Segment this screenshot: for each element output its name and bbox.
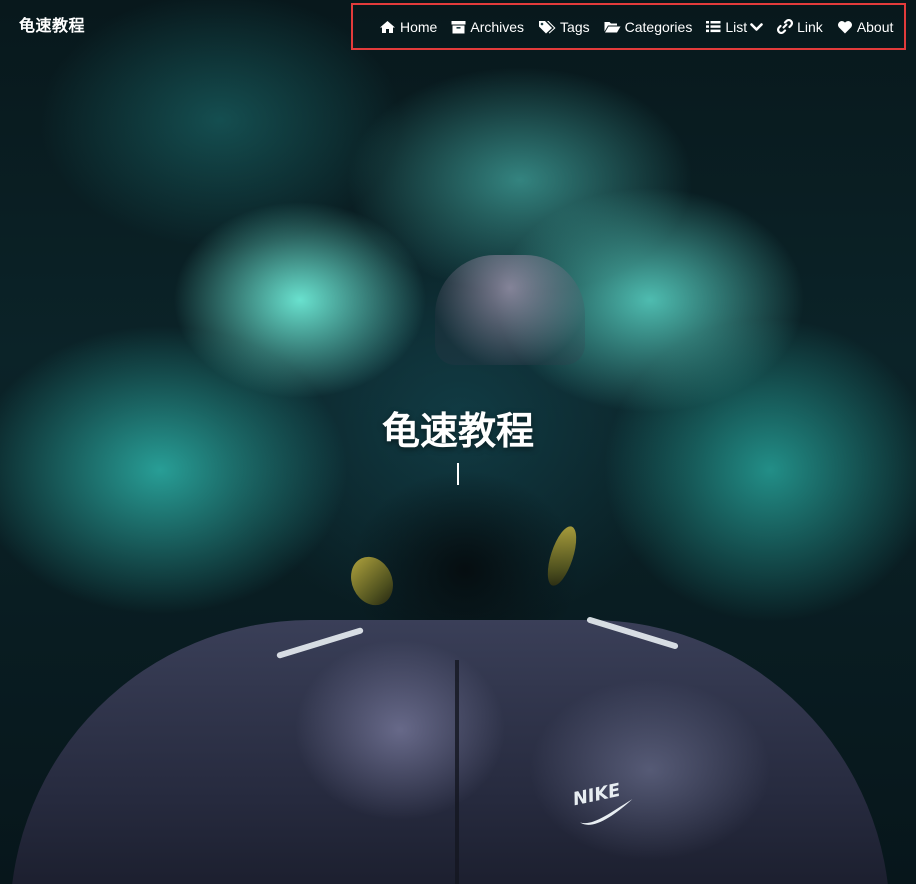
nav-item-label: Archives bbox=[470, 18, 525, 35]
heart-icon bbox=[837, 20, 852, 33]
jacket-zipper bbox=[455, 660, 459, 884]
nav-item-categories[interactable]: Categories bbox=[604, 18, 693, 35]
navbar: 龟速教程 Home Archives Tags Categories List … bbox=[0, 0, 916, 50]
tags-icon bbox=[539, 20, 556, 33]
nav-item-label: Tags bbox=[560, 18, 590, 35]
link-icon bbox=[777, 19, 794, 34]
nav-item-link[interactable]: Link bbox=[777, 19, 823, 35]
nav-item-label: Link bbox=[797, 18, 823, 35]
nav-item-tags[interactable]: Tags bbox=[538, 19, 590, 35]
typing-cursor bbox=[457, 463, 459, 485]
nav-item-label: Categories bbox=[624, 18, 693, 35]
nav-item-home[interactable]: Home bbox=[379, 19, 437, 35]
folder-open-icon bbox=[604, 22, 621, 33]
page-title: 龟速教程 bbox=[381, 409, 534, 453]
home-icon bbox=[380, 20, 395, 33]
jacket-shape bbox=[10, 620, 890, 884]
chevron-down-icon bbox=[750, 22, 763, 31]
nav-item-label: List bbox=[725, 18, 748, 35]
list-icon bbox=[706, 21, 721, 33]
nav-item-label: About bbox=[856, 18, 894, 35]
site-brand[interactable]: 龟速教程 bbox=[19, 12, 85, 36]
nav-item-label: Home bbox=[400, 18, 438, 35]
nav-item-list[interactable]: List bbox=[706, 19, 763, 35]
nav-item-archives[interactable]: Archives bbox=[451, 19, 524, 35]
hood-shape bbox=[435, 255, 585, 365]
nav-menu: Home Archives Tags Categories List Link … bbox=[351, 3, 906, 50]
archive-icon bbox=[451, 20, 466, 33]
nav-item-about[interactable]: About bbox=[837, 18, 894, 35]
hero-background: NIKE 龟速教程 Home Archives Tags Categories … bbox=[0, 0, 916, 884]
